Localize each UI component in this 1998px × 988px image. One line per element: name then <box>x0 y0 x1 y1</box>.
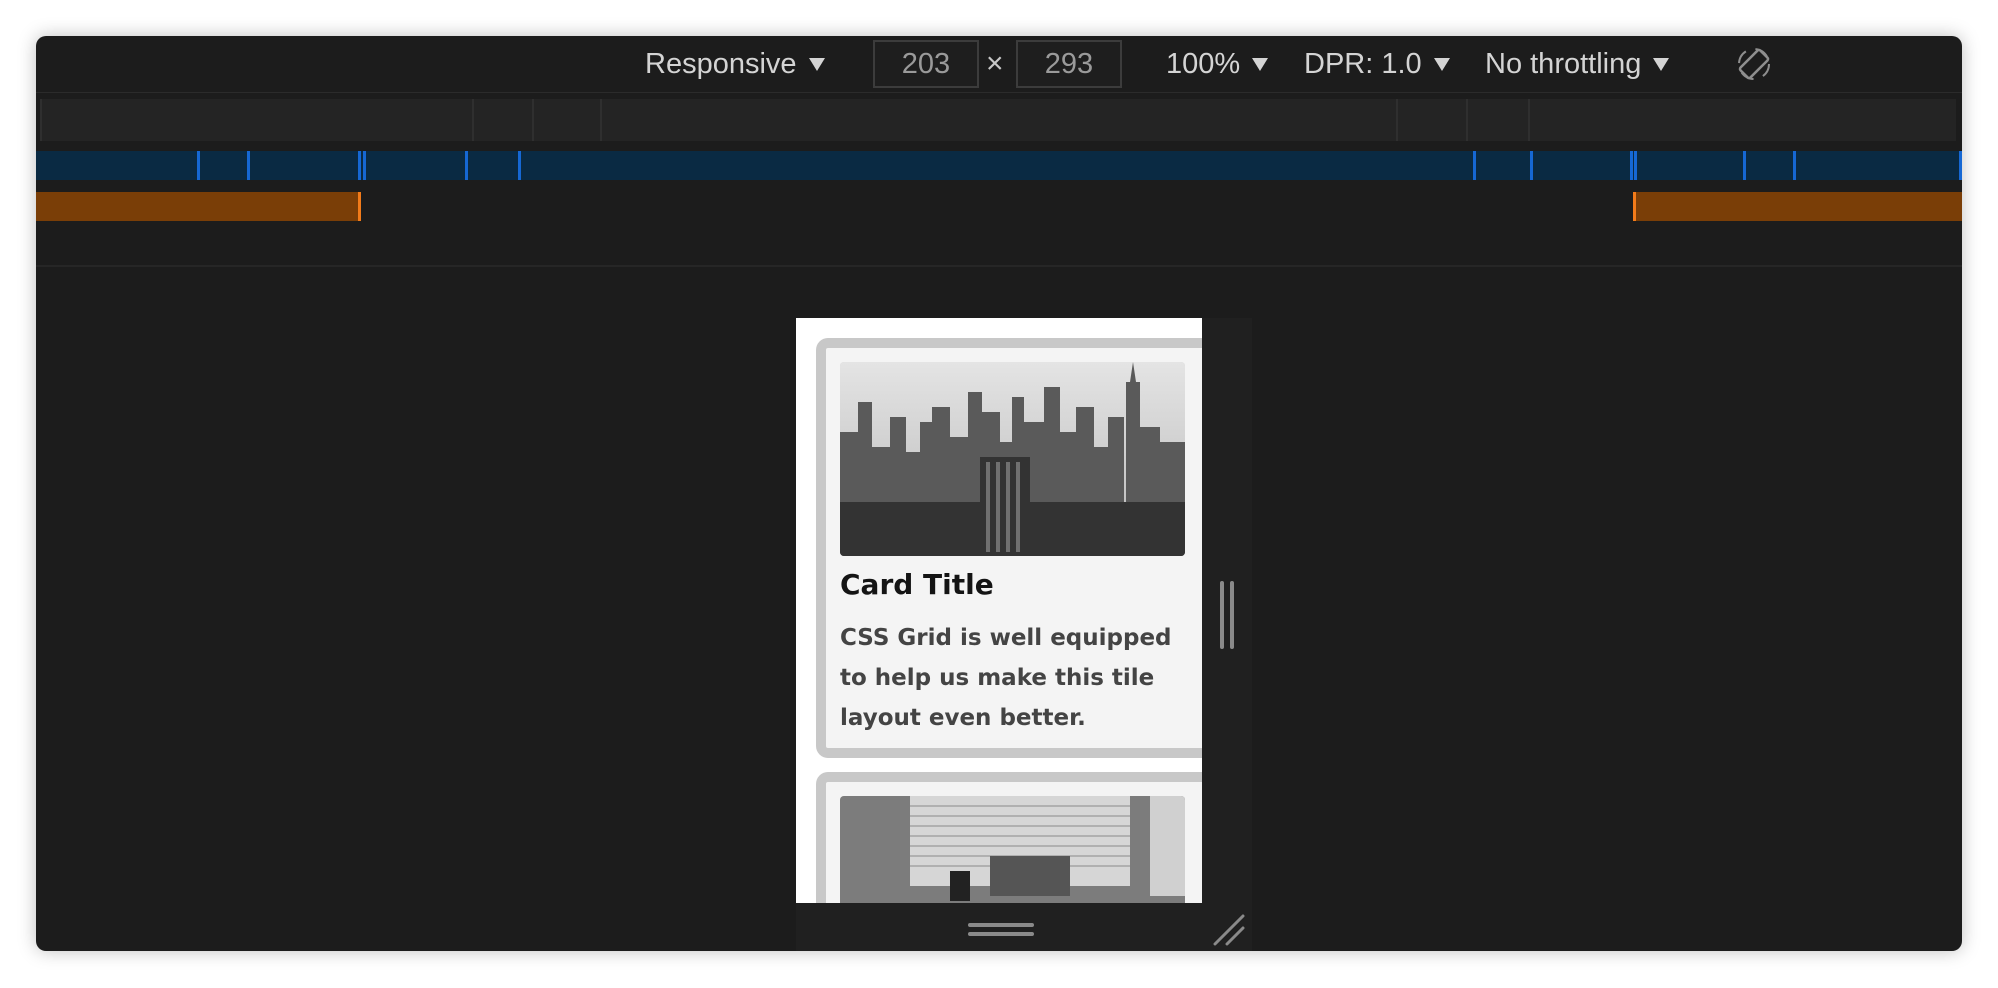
ruler-segment[interactable] <box>600 99 1398 141</box>
zoom-select[interactable]: 100% <box>1166 36 1269 92</box>
throttling-select-label: No throttling <box>1485 47 1642 80</box>
bottom-resize-handle[interactable] <box>968 921 1034 939</box>
device-viewport[interactable]: Card Title CSS Grid is well equipped to … <box>796 318 1202 903</box>
ruler-segment[interactable] <box>40 99 474 141</box>
rotate-device-button[interactable] <box>1736 36 1772 92</box>
card <box>816 772 1202 903</box>
ruler-segment[interactable] <box>472 99 534 141</box>
breakpoint-marker[interactable] <box>1630 151 1633 180</box>
breakpoint-marker[interactable] <box>1633 192 1636 221</box>
breakpoint-marker[interactable] <box>197 151 200 180</box>
max-width-media-bar[interactable] <box>36 151 1962 180</box>
ruler-divider <box>36 265 1962 267</box>
card-title: Card Title <box>840 568 994 601</box>
breakpoint-marker[interactable] <box>247 151 250 180</box>
resize-handle-icon[interactable] <box>1211 912 1245 946</box>
breakpoint-marker[interactable] <box>358 151 361 180</box>
card-text: CSS Grid is well equipped to help us mak… <box>840 625 1172 731</box>
rotate-device-icon <box>1738 48 1770 80</box>
card-image-city <box>840 362 1185 556</box>
breakpoint-marker[interactable] <box>518 151 521 180</box>
breakpoint-marker[interactable] <box>465 151 468 180</box>
min-width-media-bar-left[interactable] <box>36 192 359 221</box>
side-resize-handle[interactable] <box>1218 581 1238 649</box>
card-image-desk <box>840 796 1185 903</box>
ruler-segment[interactable] <box>1466 99 1530 141</box>
breakpoint-marker[interactable] <box>1743 151 1746 180</box>
breakpoint-marker[interactable] <box>1793 151 1796 180</box>
min-width-media-bar-right[interactable] <box>1633 192 1962 221</box>
height-input[interactable] <box>1016 40 1122 88</box>
throttling-select[interactable]: No throttling <box>1485 36 1670 92</box>
card: Card Title CSS Grid is well equipped to … <box>816 338 1202 758</box>
responsive-toolbar: Responsive × 100% DPR: 1.0 No throttling <box>36 36 1962 93</box>
ruler-segment[interactable] <box>1528 99 1956 141</box>
dimension-separator: × <box>986 47 1004 80</box>
breakpoint-marker[interactable] <box>1959 151 1962 180</box>
breakpoint-marker[interactable] <box>1530 151 1533 180</box>
dropdown-triangle-icon <box>1252 57 1269 71</box>
dropdown-triangle-icon <box>1653 57 1670 71</box>
zoom-select-label: 100% <box>1166 47 1241 80</box>
dropdown-triangle-icon <box>1433 57 1450 71</box>
device-select-label: Responsive <box>645 47 797 80</box>
breakpoint-marker[interactable] <box>1634 151 1637 180</box>
breakpoint-marker[interactable] <box>358 192 361 221</box>
ruler-segment[interactable] <box>532 99 602 141</box>
breakpoint-marker[interactable] <box>363 151 366 180</box>
dropdown-triangle-icon <box>808 57 825 71</box>
breakpoint-marker[interactable] <box>1473 151 1476 180</box>
dpr-select-label: DPR: 1.0 <box>1304 47 1422 80</box>
width-input[interactable] <box>873 40 979 88</box>
dpr-select[interactable]: DPR: 1.0 <box>1304 36 1450 92</box>
ruler-segment[interactable] <box>1396 99 1468 141</box>
device-select[interactable]: Responsive <box>645 36 825 92</box>
